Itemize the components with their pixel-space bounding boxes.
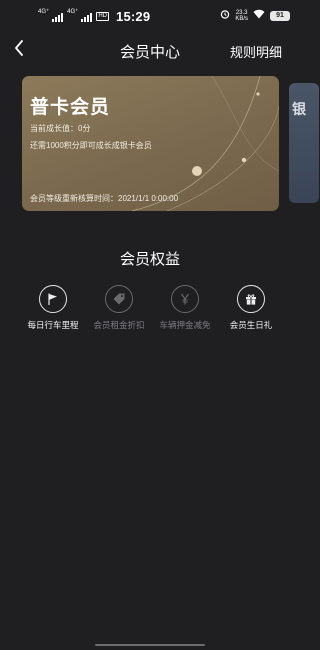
benefit-rental-discount[interactable]: 会员租金折扣: [88, 285, 150, 331]
benefit-label: 会员租金折扣: [93, 320, 145, 330]
status-bar: 4G⁺ 4G⁺ HD 15:29 23.3 KB/s 91: [0, 0, 300, 32]
card-level-title: 普卡会员: [30, 97, 111, 118]
network-speed: 23.3 KB/s: [235, 10, 248, 22]
benefits-title: 会员权益: [119, 251, 180, 268]
yen-icon: [171, 285, 199, 313]
upgrade-hint: 还需1000积分即可成长成银卡会员: [30, 141, 152, 150]
rules-detail-link[interactable]: 规则明细: [230, 42, 282, 61]
speed-unit: KB/s: [235, 15, 248, 22]
gift-icon: [237, 285, 265, 313]
home-indicator[interactable]: [95, 644, 205, 646]
benefit-label: 会员生日礼: [229, 320, 273, 330]
network-type-1: 4G⁺: [38, 8, 50, 15]
growth-value: 当前成长值：0分: [30, 124, 91, 133]
benefit-birthday-gift[interactable]: 会员生日礼: [220, 285, 282, 331]
hd-badge: HD: [96, 12, 110, 21]
status-left: 4G⁺ 4G⁺ HD 15:29: [38, 8, 151, 25]
benefit-label: 每日行车里程: [27, 320, 79, 330]
next-card-char: 银: [292, 101, 306, 117]
tag-icon: [105, 285, 133, 313]
benefit-daily-mileage[interactable]: 每日行车里程: [22, 285, 84, 331]
level-reset-time: 会员等级重新核算时间：2021/1/1 0:00:00: [30, 194, 179, 203]
battery-indicator: 91: [270, 10, 290, 21]
signal-icon-2: [81, 12, 93, 22]
alarm-icon: [220, 9, 230, 22]
network-type-2: 4G⁺: [67, 8, 79, 15]
benefit-label: 车辆押金减免: [159, 320, 211, 330]
benefit-deposit-waiver[interactable]: 车辆押金减免: [154, 285, 216, 331]
nav-bar: 会员中心 规则明细: [0, 32, 300, 68]
benefits-list: 每日行车里程 会员租金折扣 车辆押金减免 会员生日礼: [22, 285, 282, 331]
next-card-peek[interactable]: 银: [289, 83, 319, 203]
signal-icon: [52, 12, 64, 22]
status-time: 15:29: [116, 9, 151, 24]
flag-icon: [39, 285, 67, 313]
wifi-icon: [253, 9, 265, 22]
status-right: 23.3 KB/s 91: [220, 9, 290, 22]
membership-card[interactable]: 普卡会员 当前成长值：0分 还需1000积分即可成长成银卡会员 会员等级重新核算…: [22, 76, 279, 211]
